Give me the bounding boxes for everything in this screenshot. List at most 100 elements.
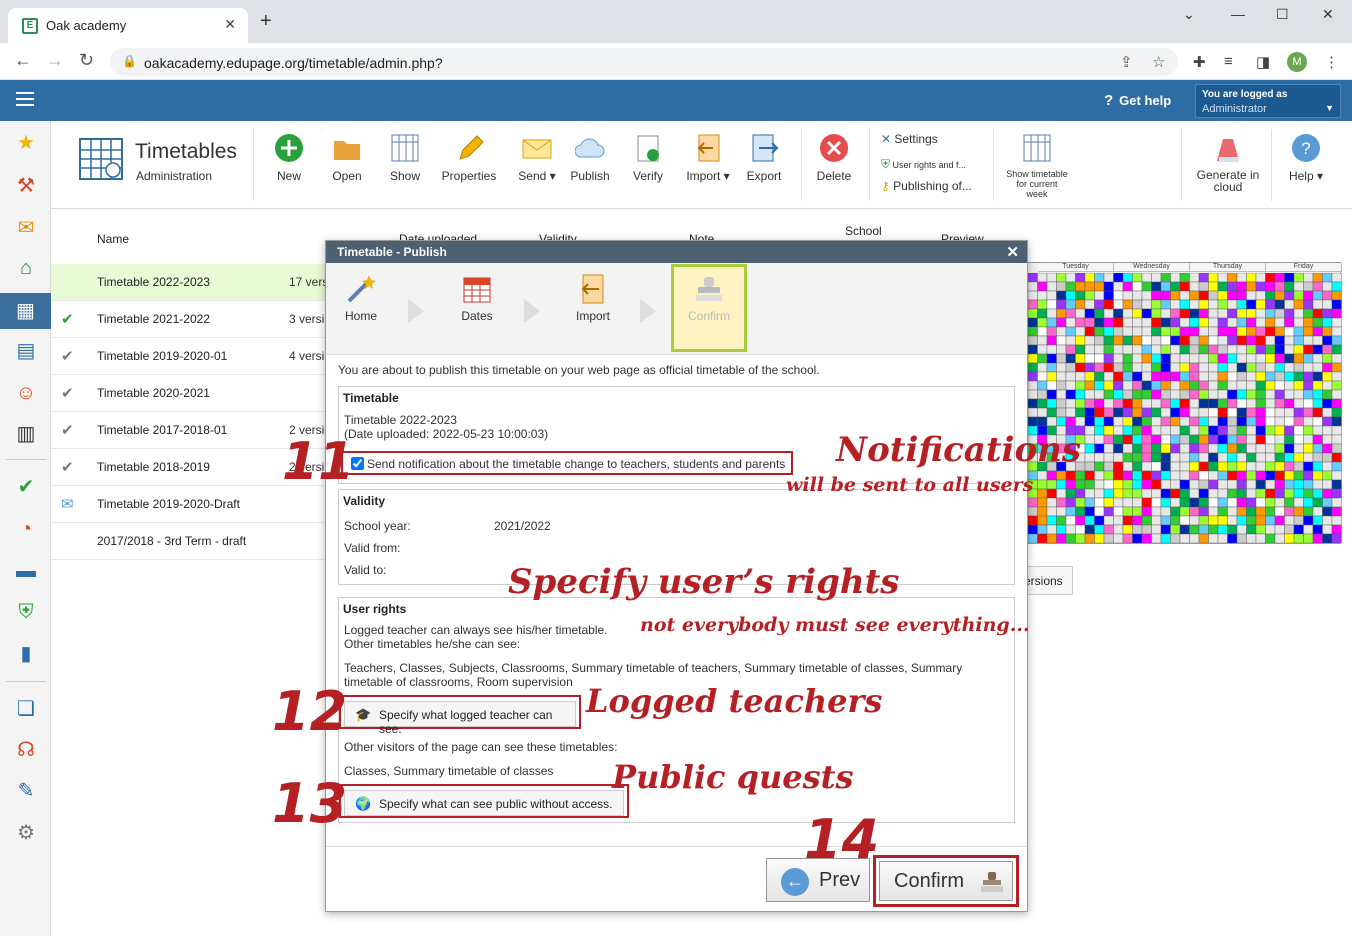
help-button[interactable]: ? Help ▾	[1283, 133, 1329, 183]
table-row[interactable]: ✔Timetable 2019-2020-014 versions	[51, 338, 326, 375]
preview-cell	[1322, 425, 1333, 436]
new-tab-icon[interactable]: +	[260, 11, 272, 31]
show-button[interactable]: Show	[385, 133, 425, 183]
preview-cell	[1208, 416, 1219, 427]
reload-icon[interactable]: ↻	[79, 51, 94, 69]
preview-cell	[1293, 389, 1304, 400]
preview-cell	[1322, 479, 1333, 490]
preview-cell	[1236, 362, 1247, 373]
chevron-down-icon[interactable]: ⌄	[1183, 6, 1195, 23]
preview-cell	[1103, 290, 1114, 301]
specify-teacher-rights-button[interactable]: 🎓 Specify what logged teacher can see.	[344, 701, 576, 736]
delete-button[interactable]: Delete	[815, 133, 853, 183]
user-icon[interactable]: ☺	[13, 380, 39, 406]
timetable-icon[interactable]: ▦	[0, 293, 51, 329]
preview-cell	[1189, 317, 1200, 328]
school-year-label: School year:	[344, 519, 411, 533]
open-button[interactable]: Open	[327, 133, 367, 183]
preview-cell	[1065, 380, 1076, 391]
magic-wand-icon[interactable]: ⚒	[13, 173, 39, 199]
close-tab-icon[interactable]: ✕	[224, 16, 236, 33]
minimize-icon[interactable]: —	[1231, 6, 1245, 22]
preview-cell	[1255, 461, 1266, 472]
new-button[interactable]: New	[269, 133, 309, 183]
specify-public-rights-button[interactable]: 🌍 Specify what can see public without acc…	[344, 790, 624, 816]
mail-icon[interactable]: ✉	[13, 215, 39, 241]
preview-cell	[1322, 308, 1333, 319]
gear-icon[interactable]: ⚙	[13, 820, 39, 846]
preview-cell	[1113, 425, 1124, 436]
show-current-week-button[interactable]: Show timetable for current week	[1001, 133, 1073, 199]
preview-cell	[1122, 416, 1133, 427]
chart-circle-icon[interactable]: ◔	[13, 516, 39, 542]
share-icon[interactable]: ⇪	[1120, 53, 1133, 71]
preview-cell	[1094, 533, 1105, 543]
check-circle-icon[interactable]: ✔	[13, 474, 39, 500]
preview-cell	[1198, 434, 1209, 445]
step-dates[interactable]: Dates	[442, 273, 512, 323]
preview-cell	[1179, 452, 1190, 463]
table-row[interactable]: ✔ Timetable 2020-2021	[51, 375, 326, 412]
browser-menu-icon[interactable]: ⋮	[1324, 53, 1339, 71]
shield-icon[interactable]: ⛨	[13, 599, 39, 625]
generate-in-cloud-button[interactable]: Generate in cloud	[1191, 133, 1265, 193]
forward-icon[interactable]: →	[46, 51, 64, 69]
preview-cell	[1227, 371, 1238, 382]
table-row[interactable]: Timetable 2022-202317 versions	[51, 264, 326, 301]
side-panel-icon[interactable]: ◨	[1256, 53, 1270, 71]
maximize-icon[interactable]: ☐	[1276, 6, 1289, 23]
step-import[interactable]: Import	[558, 273, 628, 323]
close-icon[interactable]: ✕	[1006, 243, 1019, 261]
get-help-link[interactable]: ? Get help	[1104, 92, 1171, 109]
preview-cell	[1056, 290, 1067, 301]
bookmark-star-icon[interactable]: ☆	[1152, 53, 1165, 71]
book-icon[interactable]: ❏	[13, 696, 39, 722]
step-home[interactable]: Home	[326, 273, 396, 323]
import-button[interactable]: Import ▾	[681, 133, 735, 183]
table-row[interactable]: ✔Timetable 2021-20223 versions	[51, 301, 326, 338]
browser-tab[interactable]: E Oak academy ✕	[8, 8, 248, 43]
calendar-icon[interactable]: ▥	[13, 421, 39, 447]
back-icon[interactable]: ←	[14, 51, 32, 69]
bar-chart-icon[interactable]: ▮	[13, 641, 39, 667]
preview-cell	[1198, 416, 1209, 427]
table-row[interactable]: 2017/2018 - 3rd Term - draft	[51, 523, 326, 560]
notify-checkbox-row[interactable]: Send notification about the timetable ch…	[341, 451, 793, 475]
media-control-icon[interactable]: ≡	[1224, 53, 1233, 70]
preview-cell	[1198, 488, 1209, 499]
preview-cell	[1151, 335, 1162, 346]
send-button[interactable]: Send ▾	[511, 133, 563, 183]
preview-cell	[1265, 452, 1276, 463]
properties-button[interactable]: Properties	[439, 133, 499, 183]
preview-cell	[1122, 353, 1133, 364]
notebook-icon[interactable]: ▤	[13, 338, 39, 364]
verify-button[interactable]: Verify	[631, 133, 665, 183]
hamburger-menu-icon[interactable]	[16, 92, 34, 106]
preview-cell	[1265, 434, 1276, 445]
preview-cell	[1084, 362, 1095, 373]
pen-icon[interactable]: ✎	[13, 778, 39, 804]
settings-link[interactable]: ✕ Settings	[881, 132, 938, 146]
export-button[interactable]: Export	[745, 133, 783, 183]
user-rights-link[interactable]: ⛨ User rights and f...	[881, 157, 966, 172]
preview-cell	[1122, 434, 1133, 445]
preview-cell	[1037, 407, 1048, 418]
extensions-icon[interactable]: ✚	[1193, 53, 1206, 71]
close-window-icon[interactable]: ✕	[1322, 6, 1334, 23]
favorites-star-icon[interactable]: ★	[13, 130, 39, 156]
preview-cell	[1331, 380, 1342, 391]
preview-cell	[1046, 353, 1057, 364]
briefcase-icon[interactable]: ▬	[13, 558, 39, 584]
home-icon[interactable]: ⌂	[13, 255, 39, 281]
step-confirm[interactable]: Confirm	[671, 264, 747, 352]
preview-cell	[1046, 515, 1057, 526]
chat-icon[interactable]: ☊	[13, 737, 39, 763]
logged-user-dropdown[interactable]: You are logged as Administrator ▼	[1195, 84, 1341, 118]
preview-cell	[1255, 452, 1266, 463]
confirm-button[interactable]: Confirm	[879, 861, 1013, 901]
url-bar[interactable]: 🔒 oakacademy.edupage.org/timetable/admin…	[110, 48, 1178, 76]
profile-avatar[interactable]: M	[1287, 52, 1307, 72]
publish-button[interactable]: Publish	[569, 133, 611, 183]
publishing-link[interactable]: ⚷ Publishing of...	[881, 179, 972, 193]
preview-cell	[1198, 308, 1209, 319]
